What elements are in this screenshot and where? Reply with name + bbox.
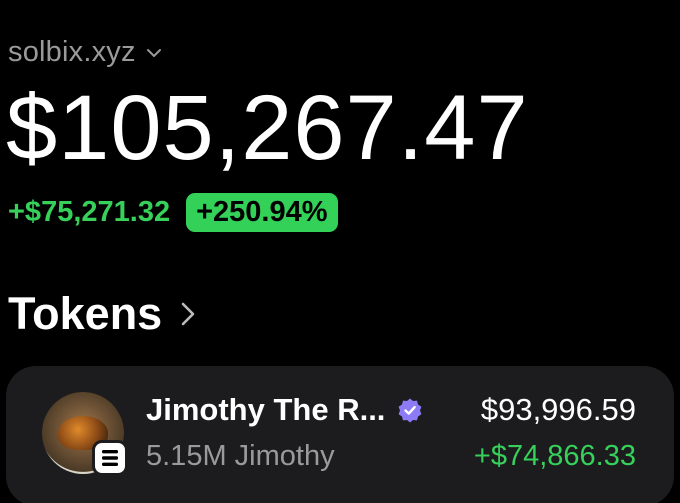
token-name-row: Jimothy The R... <box>146 392 423 428</box>
portfolio-balance: $105,267.47 <box>6 77 529 179</box>
chevron-down-icon <box>146 48 161 57</box>
token-row[interactable]: Jimothy The R... 5.15M Jimothy $93,996.5… <box>6 366 674 503</box>
token-amount: 5.15M Jimothy <box>146 440 335 472</box>
solana-icon <box>92 440 128 476</box>
chevron-right-icon <box>181 302 195 326</box>
pnl-percent-badge: +250.94% <box>186 193 338 232</box>
tokens-section-header[interactable]: Tokens <box>8 288 196 340</box>
wallet-screen: solbix.xyz $105,267.47 +$75,271.32 +250.… <box>0 0 680 503</box>
verified-badge-icon <box>399 398 422 423</box>
pnl-amount: +$75,271.32 <box>8 196 171 228</box>
token-value: $93,996.59 <box>480 392 636 427</box>
pnl-row: +$75,271.32 +250.94% <box>8 193 338 232</box>
token-name: Jimothy The R... <box>146 392 386 427</box>
wallet-name: solbix.xyz <box>8 36 136 68</box>
token-change: +$74,866.33 <box>473 440 636 472</box>
tokens-title: Tokens <box>8 288 163 339</box>
wallet-selector[interactable]: solbix.xyz <box>8 36 162 69</box>
